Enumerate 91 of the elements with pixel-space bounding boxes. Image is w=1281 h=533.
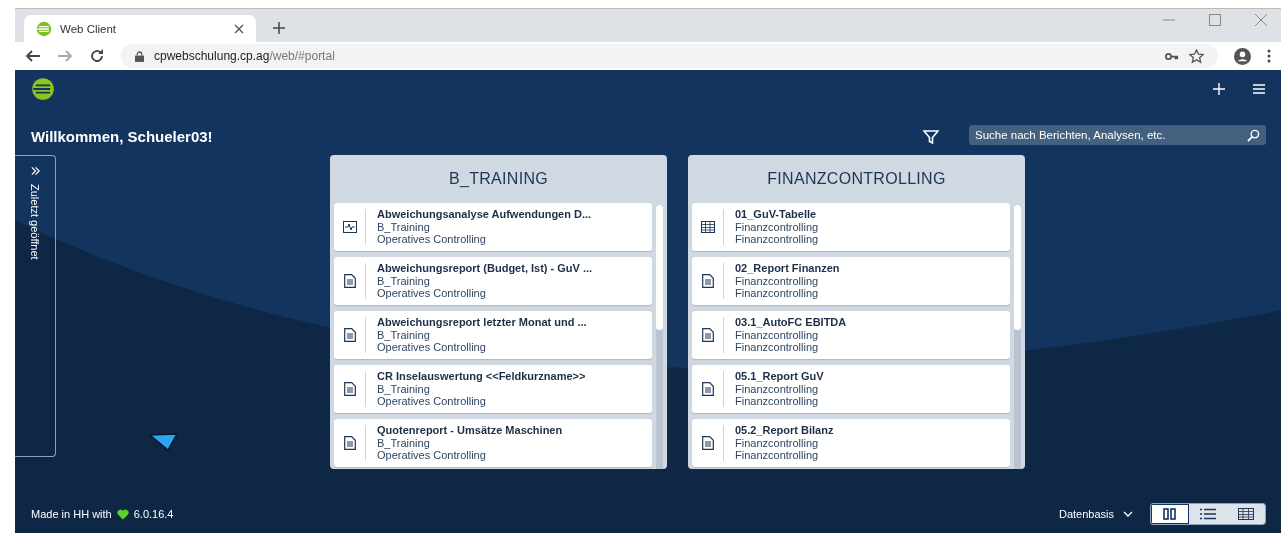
- report-title: 03.1_AutoFC EBITDA: [735, 316, 847, 329]
- report-category: Operatives Controlling: [377, 233, 487, 246]
- report-folder: B_Training: [377, 328, 431, 342]
- account-icon[interactable]: [1234, 47, 1251, 65]
- heart-icon: [116, 508, 129, 520]
- report-card[interactable]: 05.1_Report GuV Finanzcontrolling Finanzcontrolling: [692, 365, 1010, 413]
- tab-title: Web Client: [60, 22, 118, 35]
- report-title: Abweichungsreport letzter Monat und ...: [377, 316, 587, 329]
- welcome-heading: Willkommen, Schueler03!: [31, 128, 213, 145]
- report-folder: B_Training: [377, 382, 431, 396]
- expand-icon[interactable]: [29, 166, 41, 176]
- document-icon: [701, 274, 714, 288]
- report-title: Quotenreport - Umsätze Maschinen: [377, 424, 563, 437]
- new-tab-icon[interactable]: [273, 22, 285, 34]
- maximize-icon[interactable]: [1209, 13, 1221, 26]
- document-icon: [343, 328, 356, 342]
- report-title: 05.1_Report GuV: [735, 370, 824, 383]
- report-folder: B_Training: [377, 436, 431, 450]
- table-icon: [1238, 508, 1254, 520]
- key-icon[interactable]: [1165, 51, 1179, 61]
- search-icon[interactable]: [1247, 128, 1260, 142]
- report-category: Finanzcontrolling: [735, 287, 820, 300]
- back-icon[interactable]: [25, 48, 41, 64]
- report-card[interactable]: 02_Report Finanzen Finanzcontrolling Finanzcontrolling: [692, 257, 1010, 305]
- report-card[interactable]: 05.2_Report Bilanz Finanzcontrolling Finanzcontrolling: [692, 419, 1010, 467]
- report-card[interactable]: CR Inselauswertung <<Feldkurzname>> B_Training Operatives Controlling: [334, 365, 652, 413]
- cursor-icon: [149, 433, 179, 453]
- scrollbar-thumb[interactable]: [656, 205, 663, 330]
- report-title: 05.2_Report Bilanz: [735, 424, 834, 437]
- logo-icon: [36, 20, 52, 37]
- list-icon: [1200, 508, 1216, 520]
- search-field[interactable]: Suche nach Berichten, Analysen, etc.: [969, 125, 1266, 145]
- report-title: Abweichungsanalyse Aufwendungen D...: [377, 208, 592, 221]
- report-folder: Finanzcontrolling: [735, 382, 820, 396]
- document-icon: [343, 274, 356, 288]
- star-icon[interactable]: [1189, 48, 1204, 64]
- report-folder: Finanzcontrolling: [735, 274, 820, 288]
- address-bar[interactable]: cpwebschulung.cp.ag/web/#portal: [121, 44, 1218, 68]
- report-category: Operatives Controlling: [377, 341, 487, 354]
- add-icon[interactable]: [1213, 83, 1225, 95]
- view-toggle[interactable]: [1227, 504, 1265, 524]
- report-category: Finanzcontrolling: [735, 341, 820, 354]
- report-card[interactable]: Abweichungsreport letzter Monat und ... B_Training Operatives Controlling: [334, 311, 652, 359]
- report-title: 01_GuV-Tabelle: [735, 208, 818, 221]
- close-icon[interactable]: [234, 23, 244, 34]
- document-icon: [701, 382, 714, 396]
- browser-tab[interactable]: Web Client: [24, 15, 256, 42]
- panel-title: B_TRAINING: [448, 169, 549, 189]
- report-category: Finanzcontrolling: [735, 395, 820, 408]
- report-card[interactable]: Abweichungsreport (Budget, Ist) - GuV ... B_Training Operatives Controlling: [334, 257, 652, 305]
- report-category: Finanzcontrolling: [735, 449, 820, 462]
- document-icon: [701, 436, 714, 450]
- report-category: Operatives Controlling: [377, 287, 487, 300]
- scrollbar-thumb[interactable]: [1014, 205, 1021, 330]
- made-in-text: Made in HH with: [31, 508, 112, 520]
- recent-label: Zuletzt geöffnet: [29, 184, 41, 260]
- report-card[interactable]: Abweichungsanalyse Aufwendungen D... B_Training Operatives Controlling: [334, 203, 652, 251]
- report-folder: Finanzcontrolling: [735, 328, 820, 342]
- document-icon: [343, 382, 356, 396]
- report-folder: Finanzcontrolling: [735, 436, 820, 450]
- menu-icon[interactable]: [1267, 49, 1271, 63]
- report-category: Operatives Controlling: [377, 449, 487, 462]
- url-text: cpwebschulung.cp.ag/web/#portal: [154, 49, 335, 63]
- chevron-down-icon: [1123, 511, 1133, 517]
- chart-icon: [342, 221, 357, 233]
- report-card[interactable]: 01_GuV-Tabelle Finanzcontrolling Finanzcontrolling: [692, 203, 1010, 251]
- document-icon: [701, 328, 714, 342]
- view-toggle[interactable]: [1189, 504, 1227, 524]
- menu-icon[interactable]: [1253, 84, 1265, 94]
- report-title: Abweichungsreport (Budget, Ist) - GuV ...: [377, 262, 593, 275]
- database-dropdown[interactable]: Datenbasis: [1058, 508, 1133, 520]
- report-title: 02_Report Finanzen: [735, 262, 840, 275]
- version-text: 6.0.16.4: [133, 508, 174, 520]
- columns-icon: [1163, 508, 1177, 520]
- view-toggle[interactable]: [1151, 504, 1189, 524]
- report-folder: Finanzcontrolling: [735, 220, 819, 234]
- filter-icon[interactable]: [923, 129, 939, 145]
- report-category: Operatives Controlling: [377, 395, 487, 408]
- recent-panel[interactable]: Zuletzt geöffnet: [15, 155, 56, 457]
- report-card[interactable]: Quotenreport - Umsätze Maschinen B_Training Operatives Controlling: [334, 419, 652, 467]
- report-title: CR Inselauswertung <<Feldkurzname>>: [377, 370, 586, 383]
- document-icon: [343, 436, 356, 450]
- panel-title: FINANZCONTROLLING: [766, 169, 947, 189]
- report-category: Finanzcontrolling: [735, 233, 819, 246]
- logo-icon[interactable]: [31, 77, 55, 101]
- table-icon: [700, 221, 715, 233]
- reload-icon[interactable]: [89, 48, 105, 64]
- lock-icon: [135, 50, 144, 62]
- report-folder: B_Training: [377, 274, 431, 288]
- report-folder: B_Training: [377, 220, 431, 234]
- report-card[interactable]: 03.1_AutoFC EBITDA Finanzcontrolling Finanzcontrolling: [692, 311, 1010, 359]
